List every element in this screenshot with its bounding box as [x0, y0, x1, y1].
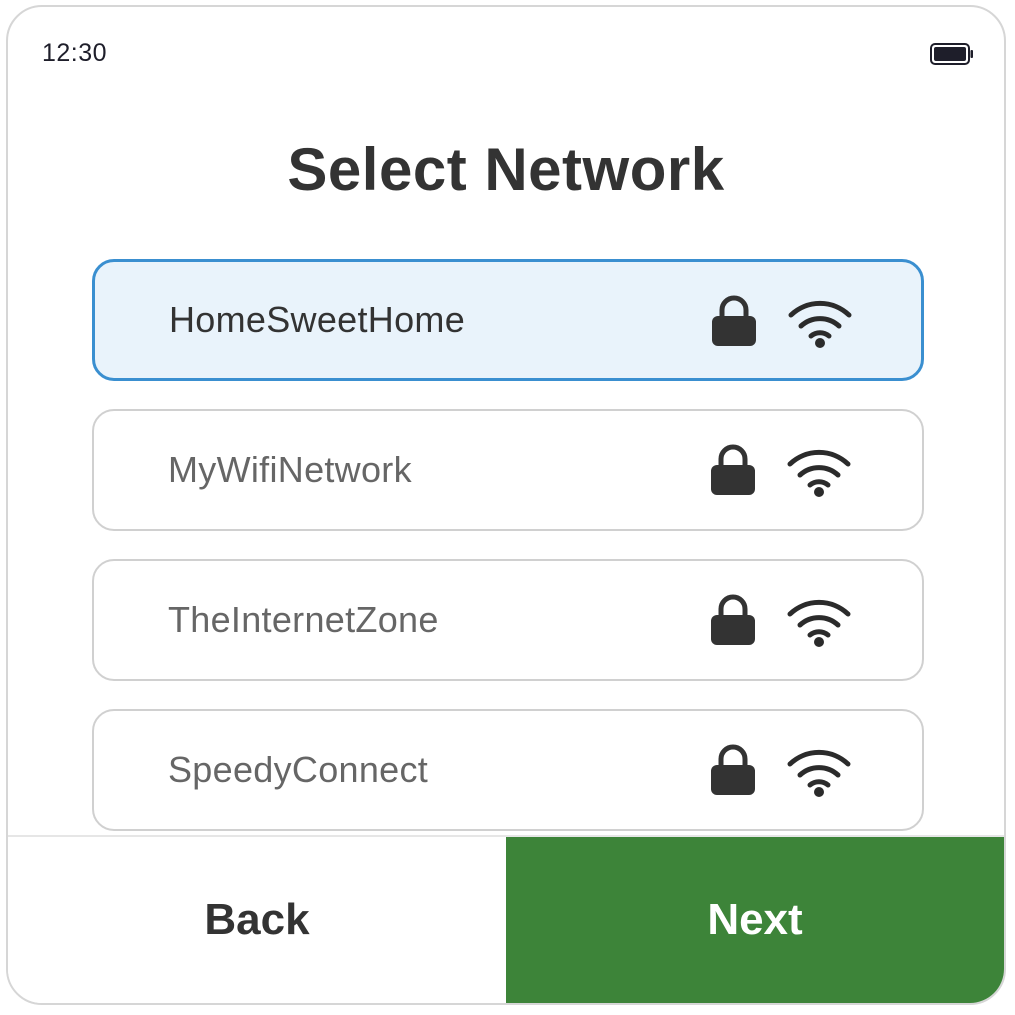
status-bar: 12:30 — [8, 7, 1004, 97]
device-screen: 12:30 Select Network HomeSweetHome MyWif… — [6, 5, 1006, 1005]
next-button[interactable]: Next — [506, 837, 1004, 1003]
wifi-icon — [787, 749, 851, 797]
lock-icon — [711, 594, 755, 645]
back-button[interactable]: Back — [8, 837, 506, 1003]
network-item-theinternetzone[interactable]: TheInternetZone — [92, 559, 924, 681]
lock-icon — [711, 444, 755, 495]
lock-icon — [712, 295, 756, 346]
wifi-icon — [787, 449, 851, 497]
lock-icon — [711, 744, 755, 795]
network-name: MyWifiNetwork — [168, 449, 412, 490]
network-list: HomeSweetHome MyWifiNetwork TheInternetZ… — [92, 259, 924, 859]
network-name: TheInternetZone — [168, 599, 439, 640]
wifi-icon — [787, 599, 851, 647]
battery-full-icon — [930, 43, 973, 65]
network-name: HomeSweetHome — [169, 299, 466, 340]
footer-bar: Back Next — [8, 835, 1004, 1003]
network-item-homesweethome[interactable]: HomeSweetHome — [92, 259, 924, 381]
status-time: 12:30 — [42, 39, 108, 67]
page-title: Select Network — [287, 136, 725, 203]
network-item-speedyconnect[interactable]: SpeedyConnect — [92, 709, 924, 831]
network-item-mywifinetwork[interactable]: MyWifiNetwork — [92, 409, 924, 531]
wifi-icon — [788, 300, 852, 348]
network-name: SpeedyConnect — [168, 749, 429, 790]
